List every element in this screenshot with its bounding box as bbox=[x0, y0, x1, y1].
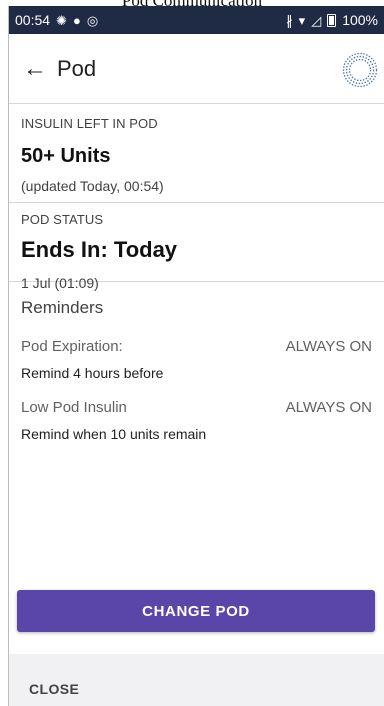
reminder-state: ALWAYS ON bbox=[285, 399, 372, 416]
status-left: 00:54 ✺ ● ◎ bbox=[15, 12, 98, 28]
page-title: Pod bbox=[57, 55, 97, 81]
reminder-state: ALWAYS ON bbox=[285, 338, 372, 355]
reminder-name: Pod Expiration: bbox=[21, 338, 123, 355]
close-button[interactable]: CLOSE bbox=[29, 681, 79, 697]
circle-icon: ● bbox=[72, 12, 81, 28]
back-arrow-icon[interactable]: ← bbox=[23, 55, 57, 83]
sync-icon: ◎ bbox=[86, 12, 99, 28]
reminder-row: Low Pod Insulin ALWAYS ON bbox=[21, 399, 372, 416]
reminder-description: Remind 4 hours before bbox=[21, 365, 164, 381]
brightness-icon: ✺ bbox=[56, 12, 67, 28]
reminders-title: Reminders bbox=[21, 298, 104, 317]
reminder-name: Low Pod Insulin bbox=[21, 399, 127, 416]
status-time: 00:54 bbox=[15, 12, 51, 28]
pod-status-value: Ends In: Today bbox=[21, 237, 178, 262]
reminders-section: Reminders Pod Expiration: ALWAYS ON Remi… bbox=[9, 282, 384, 442]
insulin-value: 50+ Units bbox=[21, 145, 111, 167]
reminder-row: Pod Expiration: ALWAYS ON bbox=[21, 338, 372, 355]
pod-status-label: POD STATUS bbox=[21, 212, 104, 227]
bluetooth-icon: ∦ bbox=[286, 12, 293, 28]
reminder-description: Remind when 10 units remain bbox=[21, 426, 207, 442]
status-bar: 00:54 ✺ ● ◎ ∦ ▾ ◿ 100% bbox=[9, 6, 384, 34]
change-pod-button[interactable]: CHANGE POD bbox=[17, 590, 375, 632]
section-divider bbox=[9, 202, 384, 203]
status-right: ∦ ▾ ◿ 100% bbox=[286, 12, 378, 28]
phone-screen: 00:54 ✺ ● ◎ ∦ ▾ ◿ 100% ← Pod INSULIN LEF… bbox=[8, 6, 384, 706]
app-bar: ← Pod bbox=[9, 34, 384, 104]
insulin-label: INSULIN LEFT IN POD bbox=[21, 116, 158, 131]
footer-bar: CLOSE bbox=[9, 654, 384, 706]
battery-percent: 100% bbox=[342, 12, 378, 28]
insulin-updated: (updated Today, 00:54) bbox=[21, 178, 164, 194]
battery-icon bbox=[327, 13, 337, 27]
signal-icon: ◿ bbox=[311, 12, 322, 28]
wifi-icon: ▾ bbox=[298, 12, 306, 28]
pod-icon bbox=[342, 52, 378, 88]
pod-info-section: INSULIN LEFT IN POD 50+ Units (updated T… bbox=[9, 104, 384, 291]
